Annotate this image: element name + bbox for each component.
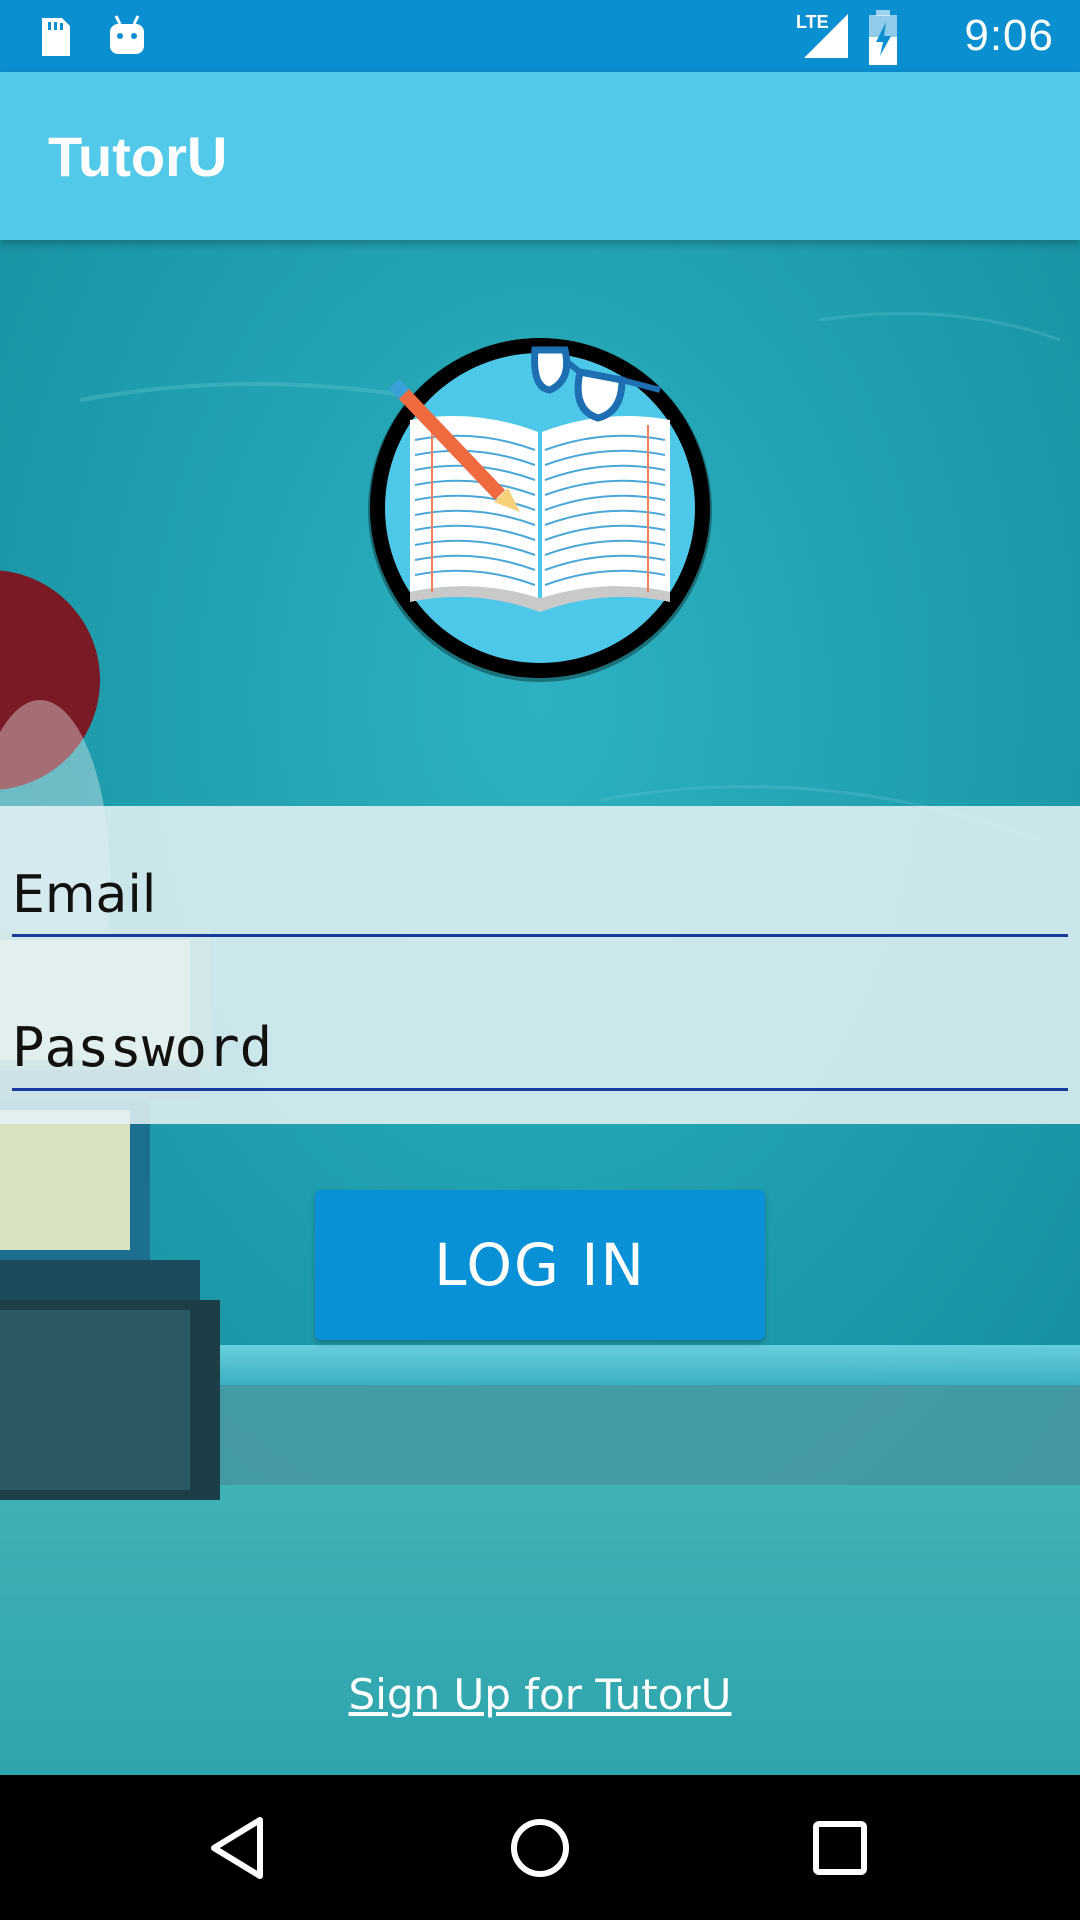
status-left-icons	[36, 14, 176, 58]
status-left-icon-group	[42, 15, 144, 56]
status-time: 9:06	[964, 11, 1054, 60]
email-field[interactable]	[12, 856, 1068, 934]
battery-charging-icon	[869, 10, 897, 65]
login-screen: LTE 9:06 TutorU Email LOG IN Sign Up for…	[0, 0, 1080, 1920]
lte-label: LTE	[796, 12, 829, 32]
home-icon[interactable]	[500, 1808, 580, 1888]
android-debug-icon	[110, 15, 144, 54]
password-field[interactable]	[12, 1006, 1068, 1088]
recents-icon[interactable]	[800, 1808, 880, 1888]
login-form	[0, 806, 1080, 1124]
app-title: TutorU	[48, 125, 228, 188]
password-field-container	[12, 1006, 1068, 1091]
back-icon[interactable]	[200, 1808, 280, 1888]
app-bar: TutorU	[0, 72, 1080, 240]
login-button[interactable]: LOG IN	[315, 1190, 765, 1340]
navigation-bar	[0, 1776, 1080, 1920]
email-field-container	[12, 856, 1068, 937]
status-right-icons: LTE 9:06	[794, 0, 1054, 72]
lte-signal-icon: LTE	[796, 12, 848, 58]
sd-card-icon	[42, 18, 70, 56]
app-logo	[368, 338, 712, 682]
signup-link[interactable]: Sign Up for TutorU	[0, 1670, 1080, 1719]
status-bar: LTE 9:06	[0, 0, 1080, 72]
